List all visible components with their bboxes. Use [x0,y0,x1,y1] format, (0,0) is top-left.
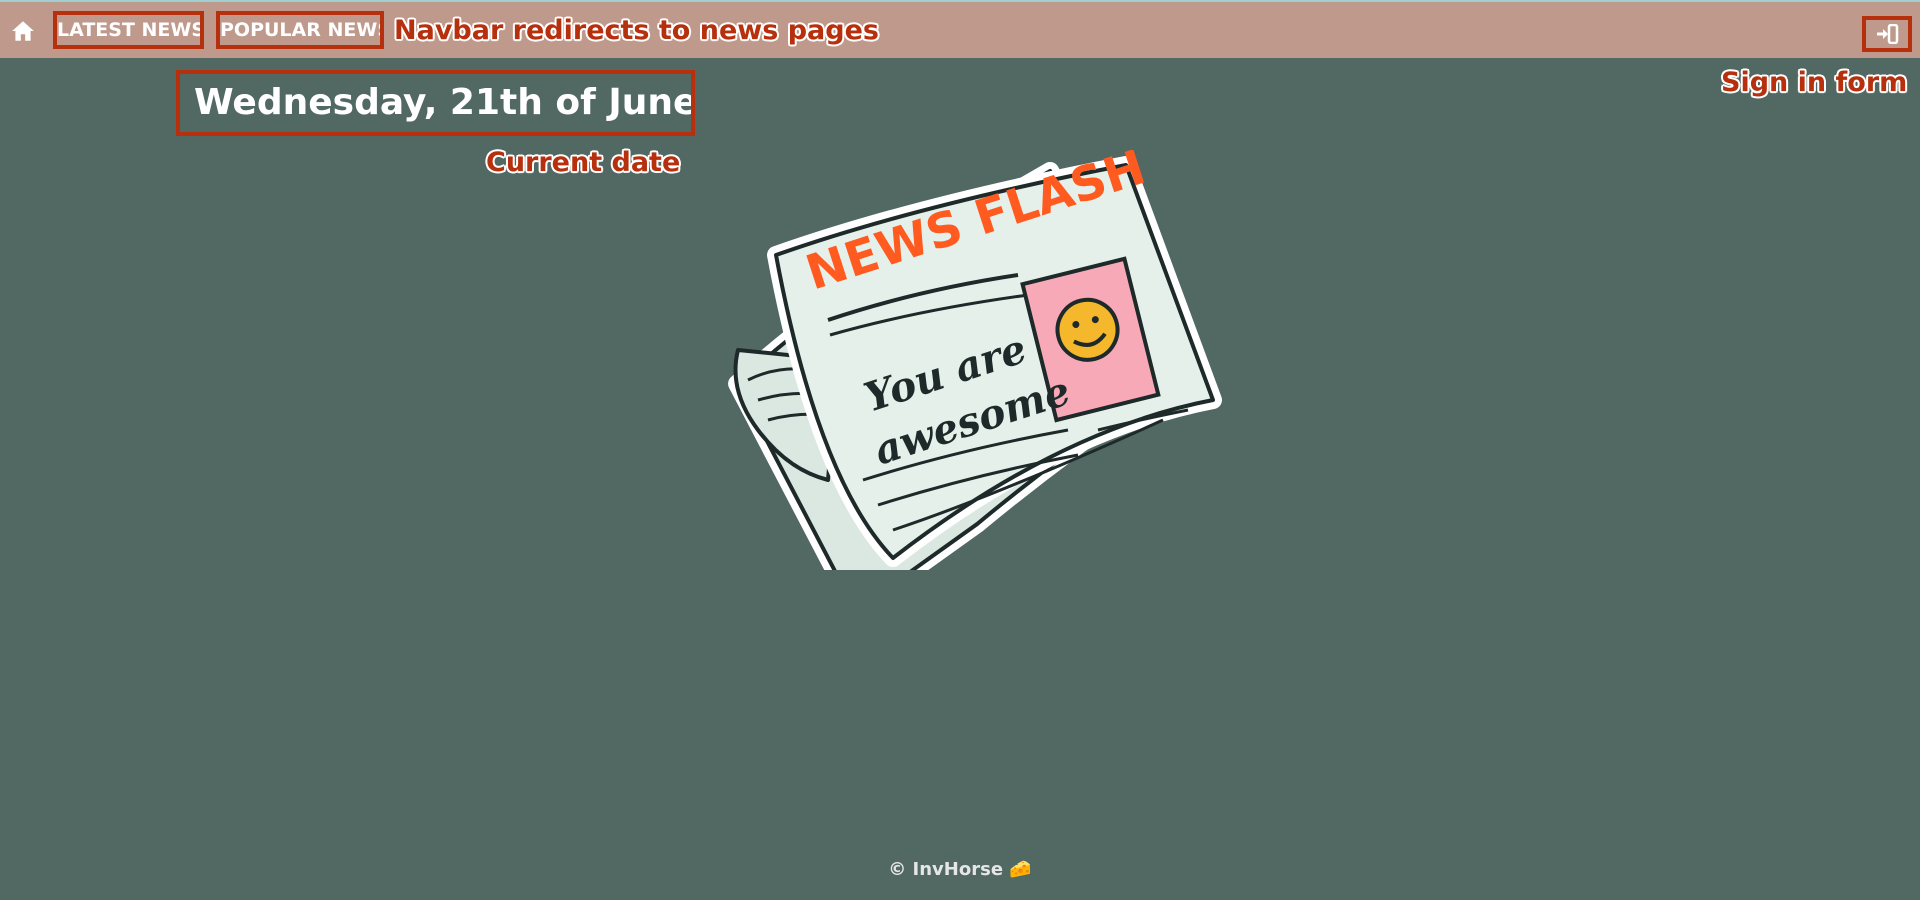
home-icon [12,21,34,41]
annotation-navbar: Navbar redirects to news pages [394,15,879,46]
nav-latest-news[interactable]: LATEST NEWS [53,11,204,49]
sign-in-button[interactable] [1862,16,1912,52]
annotation-date: Current date [486,147,681,178]
nav-popular-news[interactable]: POPULAR NEWS [216,11,384,49]
home-button[interactable] [10,18,36,44]
navbar: LATEST NEWS POPULAR NEWS Navbar redirect… [0,2,1920,58]
footer: © InvHorse 🧀 [888,859,1032,880]
sign-in-icon [1877,24,1899,44]
annotation-sign-in: Sign in form [1721,67,1908,98]
current-date: Wednesday, 21th of June [176,70,695,136]
news-flash-illustration: NEWS FLASH You are awesome [728,150,1222,570]
